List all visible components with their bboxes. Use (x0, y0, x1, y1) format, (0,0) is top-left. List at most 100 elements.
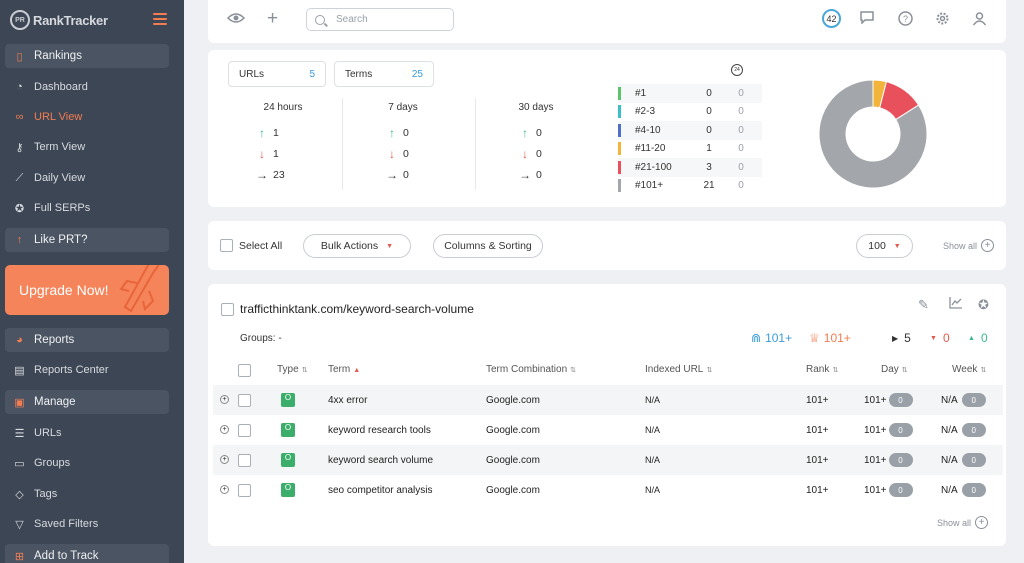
table-row[interactable]: + O seo competitor analysis Google.com N… (213, 475, 1003, 505)
row-checkbox[interactable] (238, 483, 251, 497)
sidebar-item-daily-view[interactable]: ⟋ Daily View (5, 166, 169, 190)
app-logo[interactable]: PR RankTracker (10, 9, 108, 31)
award-icon[interactable]: ✪ (978, 297, 989, 313)
add-icon[interactable]: + (267, 8, 278, 30)
rank-bucket-row: #21-100 3 0 (618, 158, 762, 177)
table-row[interactable]: + O keyword search volume Google.com N/A… (213, 445, 1003, 475)
column-header-type[interactable]: Type ⇅ (277, 364, 308, 375)
chart-icon[interactable] (949, 297, 963, 312)
logo-mark: PR (10, 10, 30, 30)
tag-icon: ◇ (15, 488, 24, 501)
sort-icon: ⇅ (901, 367, 908, 374)
nav-section-reports[interactable]: ◕ Reports (5, 328, 169, 352)
show-all-link[interactable]: Show all + (943, 239, 995, 252)
sidebar-item-urls[interactable]: ☰ URLs (5, 421, 169, 445)
notification-count-badge[interactable]: 42 (822, 9, 841, 28)
chat-icon[interactable] (860, 11, 874, 28)
nav-section-like-prt[interactable]: ↑ Like PRT? (5, 228, 169, 252)
column-header-indexed-url[interactable]: Indexed URL ⇅ (645, 364, 712, 375)
terms-label: Terms (345, 68, 373, 80)
link-icon: ∞ (15, 111, 24, 123)
sidebar-item-dashboard[interactable]: ◔ Dashboard (5, 75, 169, 99)
sidebar-item-reports-center[interactable]: ▤ Reports Center (5, 358, 169, 382)
select-all-checkbox[interactable] (220, 239, 233, 252)
term-cell[interactable]: keyword research tools (328, 415, 431, 445)
term-cell[interactable]: seo competitor analysis (328, 475, 433, 505)
sidebar-item-saved-filters[interactable]: ▽ Saved Filters (5, 512, 169, 536)
expand-icon[interactable]: + (220, 395, 229, 404)
term-cell[interactable]: keyword search volume (328, 445, 433, 475)
bucket-change: 0 (738, 106, 744, 118)
toolbar-card: Select All Bulk Actions ▼ Columns & Sorti… (208, 221, 1006, 270)
row-checkbox[interactable] (238, 423, 251, 437)
sort-asc-icon: ▲ (353, 367, 361, 374)
column-header-rank[interactable]: Rank ⇅ (806, 364, 838, 375)
expand-icon[interactable]: + (220, 455, 229, 464)
bucket-count: 3 (706, 161, 712, 173)
indexed-url-cell: N/A (645, 425, 661, 435)
row-checkbox[interactable] (238, 453, 251, 467)
bucket-count: 0 (706, 106, 712, 118)
column-label: Indexed URL (645, 364, 704, 375)
sidebar-item-url-view[interactable]: ∞ URL View (5, 105, 169, 129)
hamburger-menu-icon[interactable] (153, 13, 167, 28)
column-label: Rank (806, 364, 830, 375)
column-header-week[interactable]: Week ⇅ (952, 364, 986, 375)
nav-section-manage[interactable]: ▣ Manage (5, 390, 169, 414)
columns-sorting-button[interactable]: Columns & Sorting (433, 234, 543, 258)
url-checkbox[interactable] (221, 303, 234, 316)
period-7d: 7 days ↑ 0 ↓ 0 → 0 (353, 102, 453, 185)
sidebar-item-term-view[interactable]: ⚷ Term View (5, 135, 169, 159)
url-panel: trafficthinktank.com/keyword-search-volu… (208, 284, 1006, 546)
column-label: Term Combination (486, 364, 568, 375)
show-all-label: Show all (943, 240, 978, 251)
search-input[interactable]: Search (306, 8, 454, 31)
sidebar-item-tags[interactable]: ◇ Tags (5, 482, 169, 506)
row-checkbox[interactable] (238, 393, 251, 407)
bucket-color-bar (618, 105, 621, 119)
day-change-pill: 0 (888, 483, 913, 497)
sidebar-item-label: Saved Filters (34, 518, 99, 530)
table-select-all-checkbox[interactable] (238, 364, 251, 377)
sidebar-item-full-serps[interactable]: ✪ Full SERPs (5, 196, 169, 220)
bucket-change: 0 (738, 124, 744, 136)
week-change-pill: 0 (961, 483, 986, 497)
bucket-color-bar (618, 179, 621, 193)
help-icon[interactable]: ? (898, 11, 913, 30)
eye-icon[interactable] (226, 11, 246, 28)
page-size-select[interactable]: 100 ▼ (856, 234, 913, 258)
nav-section-rankings[interactable]: ▯ Rankings (5, 44, 169, 68)
url-title[interactable]: trafficthinktank.com/keyword-search-volu… (240, 302, 474, 316)
table-row[interactable]: + O 4xx error Google.com N/A 101+ 101+ 0 … (213, 385, 1003, 415)
column-header-term-combination[interactable]: Term Combination ⇅ (486, 364, 576, 375)
bulk-actions-dropdown[interactable]: Bulk Actions ▼ (303, 234, 411, 258)
table-row[interactable]: + O keyword research tools Google.com N/… (213, 415, 1003, 445)
edit-icon[interactable]: ✎ (918, 297, 929, 313)
signal-icon: ⋒ (751, 331, 762, 345)
bucket-change: 0 (738, 87, 744, 99)
expand-icon[interactable]: + (220, 485, 229, 494)
plus-circle-icon: + (981, 239, 995, 252)
term-cell[interactable]: 4xx error (328, 385, 367, 415)
clock-24-icon[interactable]: 24 (731, 64, 743, 76)
nav-section-add-to-track[interactable]: ⊞ Add to Track (5, 544, 169, 563)
up-value: 0 (980, 331, 988, 345)
user-icon[interactable] (972, 11, 987, 30)
expand-icon[interactable]: + (220, 425, 229, 434)
bulk-actions-label: Bulk Actions (320, 240, 379, 252)
day-change-pill: 0 (888, 423, 913, 437)
show-all-terms-link[interactable]: Show all + (937, 516, 989, 529)
sidebar-item-groups[interactable]: ▭ Groups (5, 451, 169, 475)
terms-count-box[interactable]: Terms 25 (334, 61, 434, 87)
column-header-day[interactable]: Day ⇅ (881, 364, 908, 375)
rank-bucket-row: #1 0 0 (618, 84, 762, 103)
urls-count-box[interactable]: URLs 5 (228, 61, 326, 87)
week-cell: N/A (941, 394, 958, 406)
upgrade-button[interactable]: Upgrade Now! (5, 265, 169, 315)
plus-circle-icon: + (975, 516, 989, 529)
folder-icon: ▭ (14, 457, 25, 470)
column-header-term[interactable]: Term ▲ (328, 364, 360, 375)
sidebar-item-label: Daily View (34, 172, 86, 184)
search-icon (315, 14, 325, 25)
gear-icon[interactable] (935, 11, 950, 30)
